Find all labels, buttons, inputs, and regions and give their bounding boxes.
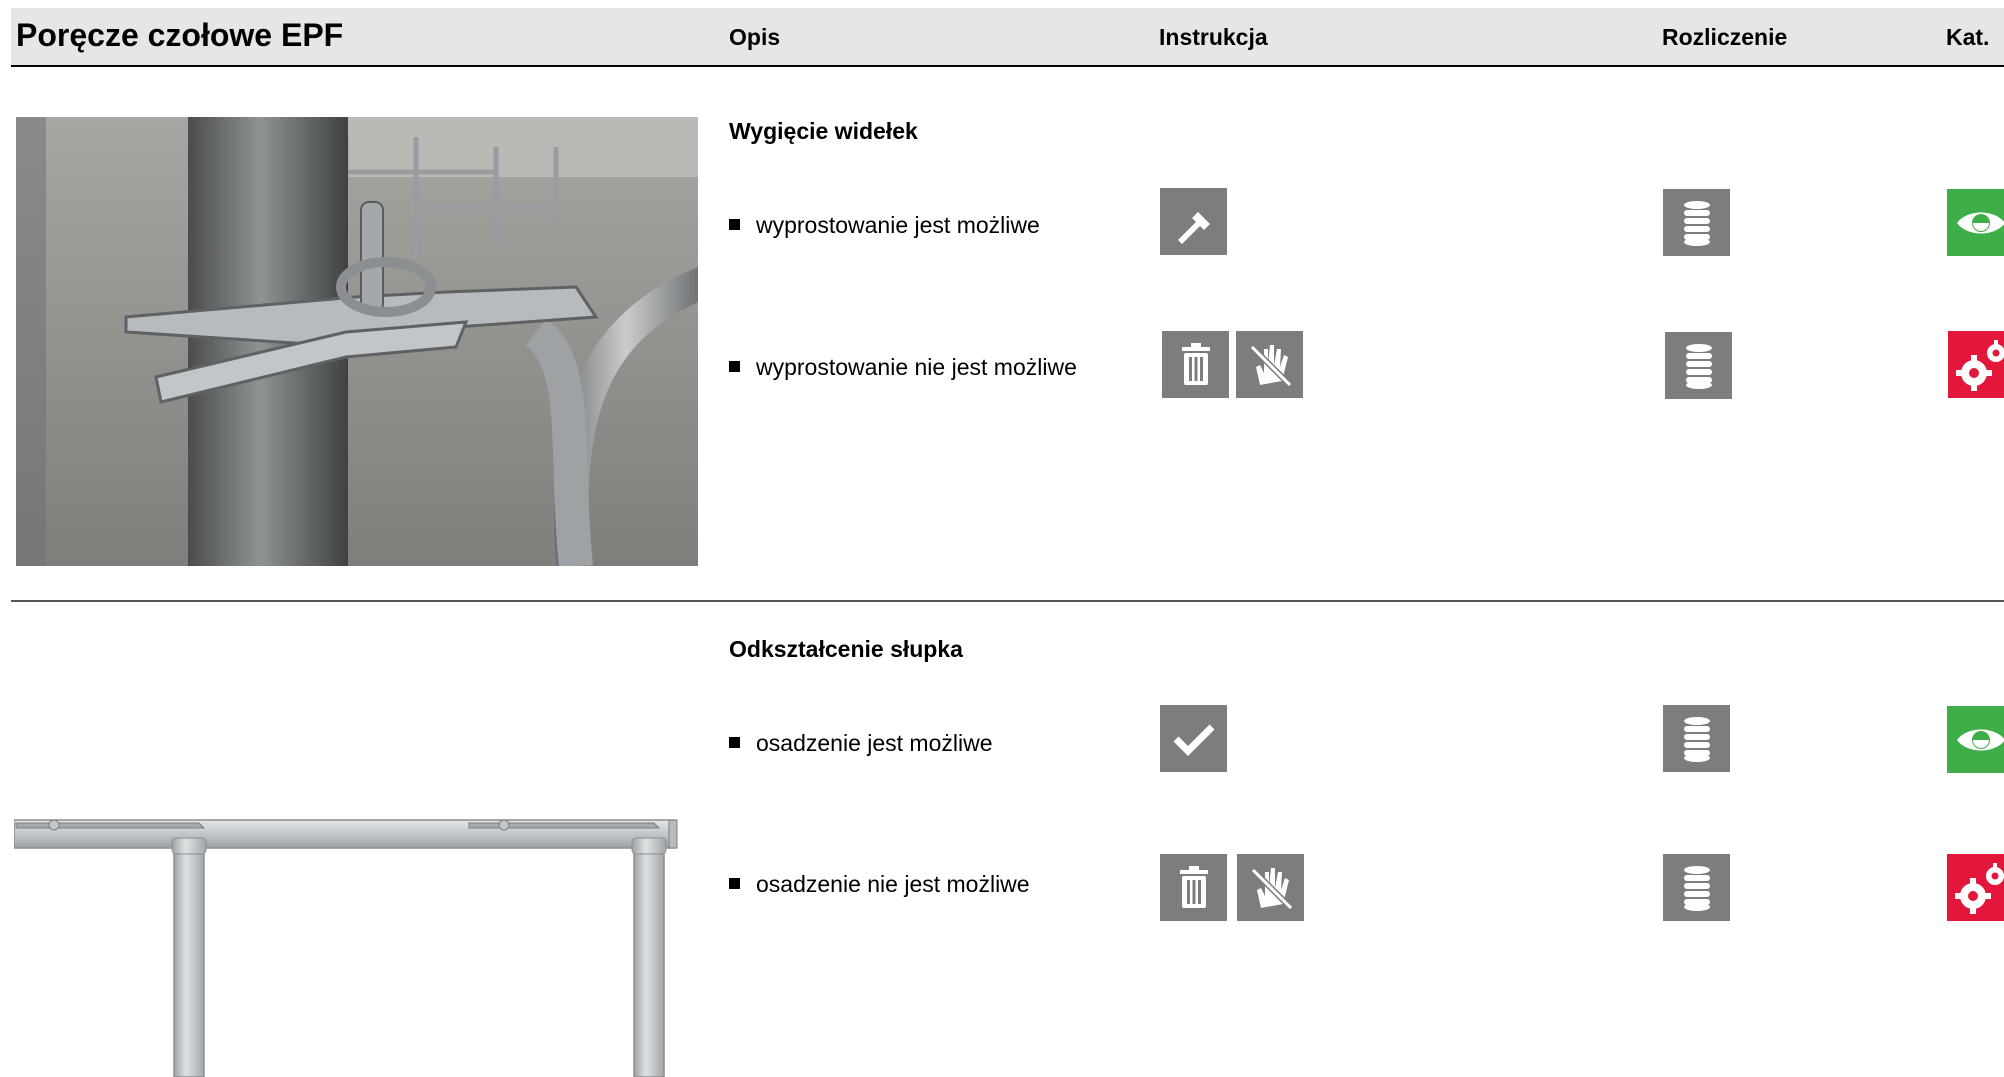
column-header-kat: Kat. xyxy=(1946,24,1990,50)
list-item-text: osadzenie nie jest możliwe xyxy=(756,871,1030,897)
drawing-end-guardrail xyxy=(14,810,682,1077)
list-item: osadzenie jest możliwe xyxy=(729,730,993,757)
list-item: wyprostowanie nie jest możliwe xyxy=(729,354,1077,381)
eye-icon xyxy=(1947,189,2004,256)
coins-icon xyxy=(1665,332,1732,399)
column-header-instrukcja: Instrukcja xyxy=(1159,24,1268,50)
trash-icon xyxy=(1162,331,1229,398)
hammer-icon xyxy=(1160,188,1227,255)
section-title-post-deformation: Odkształcenie słupka xyxy=(729,636,963,662)
coins-icon xyxy=(1663,854,1730,921)
photo-fork-bend xyxy=(16,117,698,566)
list-item: wyprostowanie jest możliwe xyxy=(729,212,1040,239)
section-divider xyxy=(11,600,2004,602)
gears-icon xyxy=(1947,854,2004,921)
photo-fork-bend-image xyxy=(16,117,698,566)
page-title: Poręcze czołowe EPF xyxy=(16,17,344,53)
column-header-opis: Opis xyxy=(729,24,781,50)
checkmark-icon xyxy=(1160,705,1227,772)
section-title-fork-bend: Wygięcie widełek xyxy=(729,118,918,144)
coins-icon xyxy=(1663,705,1730,772)
no-hand-icon xyxy=(1237,854,1304,921)
list-item-text: osadzenie jest możliwe xyxy=(756,730,993,756)
eye-icon xyxy=(1947,706,2004,773)
table-header: Poręcze czołowe EPF Opis Instrukcja Rozl… xyxy=(11,8,2004,67)
bullet-square xyxy=(729,737,740,748)
gears-icon xyxy=(1948,331,2004,398)
drawing-end-guardrail-image xyxy=(14,819,678,1077)
coins-icon xyxy=(1663,189,1730,256)
list-item-text: wyprostowanie jest możliwe xyxy=(756,212,1040,238)
list-item: osadzenie nie jest możliwe xyxy=(729,871,1030,898)
no-hand-icon xyxy=(1236,331,1303,398)
column-header-rozliczenie: Rozliczenie xyxy=(1662,24,1788,50)
bullet-square xyxy=(729,219,740,230)
bullet-square xyxy=(729,878,740,889)
list-item-text: wyprostowanie nie jest możliwe xyxy=(756,354,1077,380)
bullet-square xyxy=(729,361,740,372)
trash-icon xyxy=(1160,854,1227,921)
